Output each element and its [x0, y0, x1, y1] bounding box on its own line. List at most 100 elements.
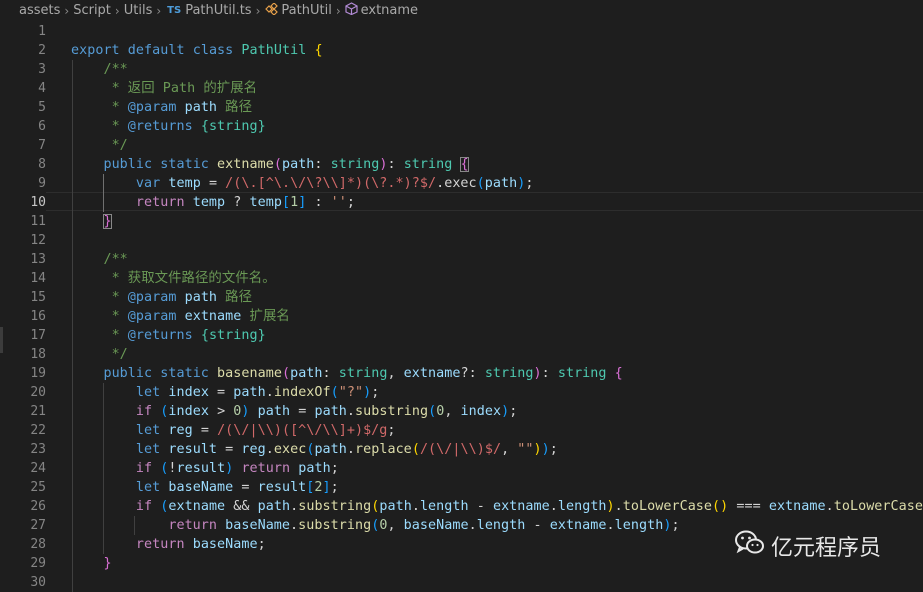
code-line[interactable]: */: [71, 136, 128, 155]
code-line[interactable]: /**: [71, 60, 128, 79]
code-token: .: [607, 518, 615, 533]
breadcrumb-item-file[interactable]: TS PathUtil.ts: [165, 3, 251, 18]
code-line[interactable]: return temp ? temp[1] : '';: [71, 193, 355, 212]
method-symbol-icon: [345, 2, 358, 19]
code-token: [71, 366, 103, 381]
code-line[interactable]: return baseName;: [71, 535, 266, 554]
code-token: baseName: [225, 518, 290, 533]
code-token: path: [258, 499, 290, 514]
code-line[interactable]: * @param extname 扩展名: [71, 307, 290, 326]
code-token: [: [282, 195, 290, 210]
line-number: 2: [0, 41, 46, 60]
code-token: * 返回 Path 的扩展名: [103, 81, 257, 96]
breadcrumb: assets › Script › Utils › TS PathUtil.ts…: [0, 0, 923, 21]
line-number: 22: [0, 421, 46, 440]
code-token: static: [160, 366, 209, 381]
code-token: .: [550, 499, 558, 514]
code-token: [71, 328, 103, 343]
code-line[interactable]: if (!result) return path;: [71, 459, 339, 478]
chevron-right-icon: ›: [64, 4, 69, 18]
code-line[interactable]: let baseName = result[2];: [71, 478, 339, 497]
code-token: extname: [217, 157, 274, 172]
code-token: [71, 556, 103, 571]
code-token: /**: [103, 62, 127, 77]
code-token: [71, 81, 103, 96]
code-line[interactable]: * @param path 路径: [71, 288, 252, 307]
code-token: ?: [225, 195, 249, 210]
breadcrumb-item-script[interactable]: Script: [73, 3, 111, 18]
code-token: static: [160, 157, 209, 172]
code-token: [185, 195, 193, 210]
code-token: [193, 328, 201, 343]
code-line[interactable]: * 返回 Path 的扩展名: [71, 79, 257, 98]
code-token: *: [103, 328, 127, 343]
code-editor[interactable]: 1234567891011121314151617181920212223242…: [0, 21, 923, 588]
typescript-file-icon: TS: [167, 5, 181, 16]
code-line[interactable]: export default class PathUtil {: [71, 41, 323, 60]
breadcrumb-label: Script: [73, 3, 111, 18]
code-token: [209, 366, 217, 381]
line-number: 1: [0, 22, 46, 41]
code-line[interactable]: }: [71, 212, 112, 231]
code-token: toLowerCase: [834, 499, 923, 514]
line-number: 3: [0, 60, 46, 79]
code-token: let: [136, 480, 160, 495]
code-token: .: [412, 499, 420, 514]
code-line[interactable]: * @returns {string}: [71, 326, 266, 345]
code-token: :: [542, 366, 558, 381]
code-token: :: [323, 366, 339, 381]
breadcrumb-label: PathUtil.ts: [185, 3, 251, 18]
code-token: {: [460, 157, 468, 172]
code-token: *: [103, 309, 127, 324]
code-token: (: [274, 157, 282, 172]
breadcrumb-item-utils[interactable]: Utils: [124, 3, 153, 18]
code-token: >: [209, 404, 233, 419]
code-token: return: [168, 518, 217, 533]
code-line[interactable]: public static basename(path: string, ext…: [71, 364, 623, 383]
code-line[interactable]: if (extname && path.substring(path.lengt…: [71, 497, 923, 516]
code-token: ): [607, 499, 615, 514]
code-line[interactable]: var temp = /(\.[^\.\/\?\\]*)(\?.*)?$/.ex…: [71, 174, 533, 193]
code-token: result: [177, 461, 226, 476]
code-token: ;: [550, 442, 558, 457]
code-token: length: [558, 499, 607, 514]
code-token: =: [209, 385, 233, 400]
line-number: 14: [0, 269, 46, 288]
code-line[interactable]: }: [71, 554, 112, 573]
code-token: [71, 461, 136, 476]
code-token: (: [282, 366, 290, 381]
code-line[interactable]: * @returns {string}: [71, 117, 266, 136]
code-token: @returns: [128, 119, 193, 134]
code-line[interactable]: /**: [71, 250, 128, 269]
code-line[interactable]: let reg = /(\/|\\)([^\/\\]+)$/g;: [71, 421, 396, 440]
code-token: * 获取文件路径的文件名。: [103, 271, 275, 286]
code-line[interactable]: * 获取文件路径的文件名。: [71, 269, 276, 288]
code-line[interactable]: * @param path 路径: [71, 98, 252, 117]
code-line[interactable]: public static extname(path: string): str…: [71, 155, 469, 174]
breadcrumb-item-method[interactable]: extname: [345, 2, 418, 19]
breadcrumb-item-assets[interactable]: assets: [19, 3, 60, 18]
code-token: path: [379, 499, 411, 514]
code-line[interactable]: if (index > 0) path = path.substring(0, …: [71, 402, 517, 421]
code-token: (: [412, 442, 420, 457]
code-token: 路径: [217, 100, 252, 115]
code-token: [71, 214, 103, 229]
code-line[interactable]: let result = reg.exec(path.replace(/(\/|…: [71, 440, 558, 459]
breadcrumb-item-class[interactable]: PathUtil: [264, 3, 331, 19]
code-line[interactable]: */: [71, 345, 128, 364]
code-token: .: [347, 404, 355, 419]
code-line[interactable]: let index = path.indexOf("?");: [71, 383, 379, 402]
breadcrumb-label: PathUtil: [281, 3, 331, 18]
code-token: [71, 423, 136, 438]
code-token: toLowerCase: [623, 499, 712, 514]
code-token: -: [469, 499, 493, 514]
code-token: [71, 442, 136, 457]
code-token: [71, 271, 103, 286]
code-token: ): [534, 442, 542, 457]
code-token: path: [298, 461, 330, 476]
code-line[interactable]: return baseName.substring(0, baseName.le…: [71, 516, 680, 535]
code-token: temp: [193, 195, 225, 210]
line-number: 5: [0, 98, 46, 117]
code-token: public: [103, 366, 152, 381]
code-token: extname: [550, 518, 607, 533]
